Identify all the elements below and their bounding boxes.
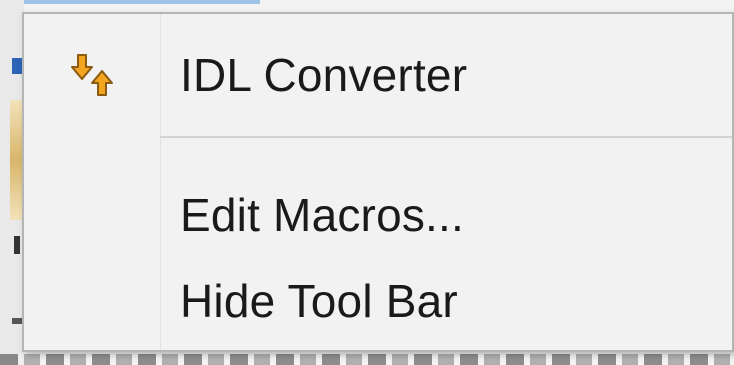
- menu-item-icon-slot: [24, 260, 160, 342]
- background-icon-fragment: [14, 236, 20, 254]
- background-tab-highlight: [0, 0, 260, 4]
- background-icon-fragment: [12, 318, 22, 324]
- menu-item-idl-converter[interactable]: IDL Converter: [24, 34, 732, 116]
- context-menu: IDL Converter Edit Macros... Hide Tool B…: [22, 12, 734, 352]
- background-toolbar-strip: [0, 0, 24, 365]
- menu-item-icon-slot: [24, 174, 160, 256]
- background-icon-fragment: [10, 100, 22, 220]
- arrows-converter-icon: [71, 54, 113, 96]
- menu-item-label: Edit Macros...: [180, 189, 464, 241]
- menu-item-label: Hide Tool Bar: [180, 275, 458, 327]
- menu-item-label: IDL Converter: [180, 49, 468, 101]
- menu-item-icon-slot: [24, 34, 160, 116]
- background-text-fragment: [0, 354, 734, 365]
- menu-item-edit-macros[interactable]: Edit Macros...: [24, 174, 732, 256]
- menu-item-hide-tool-bar[interactable]: Hide Tool Bar: [24, 260, 732, 342]
- background-icon-fragment: [12, 58, 22, 74]
- menu-separator: [160, 136, 732, 138]
